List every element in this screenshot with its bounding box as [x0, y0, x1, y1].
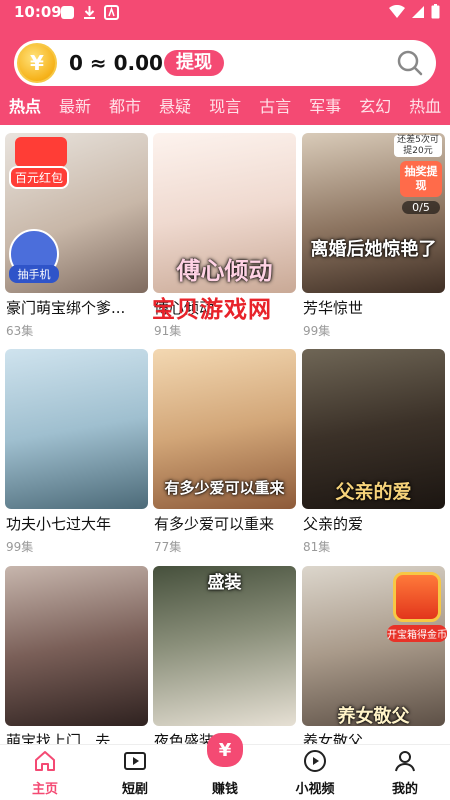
poster-text: 傅心倾动	[176, 257, 273, 285]
app-notification-icon	[104, 5, 119, 20]
battery-icon	[431, 4, 440, 19]
tab-urban[interactable]: 都市	[100, 93, 150, 123]
episode-count: 81集	[303, 540, 331, 554]
wifi-icon	[389, 4, 405, 18]
status-bar: 10:09	[0, 0, 450, 26]
header-area: 10:09 ¥ 0 ≈ 0.00 提现 热点 最新 都市 悬疑 现言 古言 军事…	[0, 0, 450, 125]
notification-icon	[61, 6, 74, 19]
drama-poster[interactable]: 离婚后她惊艳了 还差5次可提20元 抽奖提现 0/5	[302, 133, 445, 293]
nav-home[interactable]: 主页	[10, 745, 80, 800]
episode-count: 77集	[154, 540, 182, 554]
phone-lottery-badge[interactable]: 抽手机	[9, 229, 59, 283]
watermark: 宝贝游戏网	[152, 297, 272, 323]
nav-profile[interactable]: 我的	[370, 745, 440, 800]
coin-balance: 0 ≈ 0.00	[69, 51, 163, 75]
search-bar[interactable]: ¥ 0 ≈ 0.00 提现	[14, 40, 436, 86]
tab-ancient-romance[interactable]: 古言	[250, 93, 300, 123]
search-icon[interactable]	[396, 49, 424, 77]
category-tabs: 热点 最新 都市 悬疑 现言 古言 军事 玄幻 热血	[0, 93, 450, 123]
tab-action[interactable]: 热血	[400, 93, 450, 123]
lottery-withdraw-badge[interactable]: 还差5次可提20元 抽奖提现 0/5	[394, 135, 442, 217]
poster-text: 离婚后她惊艳了	[310, 239, 437, 260]
treasure-chest-icon	[393, 572, 441, 622]
bottom-nav: 主页 短剧 ¥ 赚钱 小视频 我的	[0, 733, 450, 800]
episode-count: 99集	[6, 540, 34, 554]
download-icon	[84, 6, 95, 19]
user-icon	[395, 751, 415, 772]
poster-text: 父亲的爱	[335, 481, 412, 503]
drama-poster[interactable]: 百元红包 抽手机	[5, 133, 148, 293]
tab-fantasy[interactable]: 玄幻	[350, 93, 400, 123]
tab-modern-romance[interactable]: 现言	[200, 93, 250, 123]
red-packet-badge[interactable]: 百元红包	[5, 133, 75, 189]
tab-hot[interactable]: 热点	[0, 93, 50, 123]
poster-text: 养女敬父	[337, 706, 410, 726]
drama-card[interactable]: 功夫小七过大年 99集	[5, 349, 148, 559]
tab-latest[interactable]: 最新	[50, 93, 100, 123]
drama-poster[interactable]: 盛装	[153, 566, 296, 726]
episode-count: 99集	[303, 324, 331, 338]
drama-title: 功夫小七过大年	[6, 515, 112, 533]
status-time: 10:09	[14, 3, 62, 21]
play-icon	[124, 752, 146, 770]
poster-text: 盛装	[207, 573, 242, 593]
tab-military[interactable]: 军事	[300, 93, 350, 123]
drama-poster[interactable]	[5, 566, 148, 726]
treasure-chest-badge[interactable]: 开宝箱得金币	[387, 572, 447, 650]
tab-suspense[interactable]: 悬疑	[150, 93, 200, 123]
drama-poster[interactable]: 父亲的爱	[302, 349, 445, 509]
coin-icon: ¥	[17, 43, 57, 83]
drama-title: 芳华惊世	[303, 299, 364, 317]
nav-short-drama[interactable]: 短剧	[100, 745, 170, 800]
video-icon	[304, 750, 326, 772]
drama-title: 父亲的爱	[303, 515, 364, 533]
home-icon	[35, 751, 55, 771]
drama-card[interactable]: 父亲的爱 父亲的爱 81集	[302, 349, 445, 559]
nav-mini-video[interactable]: 小视频	[280, 745, 350, 800]
drama-card[interactable]: 有多少爱可以重来 有多少爱可以重来 77集	[153, 349, 296, 559]
drama-card[interactable]: 离婚后她惊艳了 还差5次可提20元 抽奖提现 0/5 芳华惊世 99集	[302, 133, 445, 343]
drama-poster[interactable]	[5, 349, 148, 509]
episode-count: 91集	[154, 324, 182, 338]
nav-earn[interactable]: ¥ 赚钱	[190, 733, 260, 800]
drama-title: 有多少爱可以重来	[154, 515, 275, 533]
money-bag-icon: ¥	[207, 733, 243, 767]
drama-poster[interactable]: 傅心倾动	[153, 133, 296, 293]
drama-card[interactable]: 百元红包 抽手机 豪门萌宝绑个爹... 63集	[5, 133, 148, 343]
poster-text: 有多少爱可以重来	[164, 479, 285, 497]
withdraw-button[interactable]: 提现	[164, 50, 224, 76]
drama-poster[interactable]: 有多少爱可以重来	[153, 349, 296, 509]
episode-count: 63集	[6, 324, 34, 338]
signal-icon	[412, 5, 424, 18]
drama-title: 豪门萌宝绑个爹...	[6, 299, 126, 317]
